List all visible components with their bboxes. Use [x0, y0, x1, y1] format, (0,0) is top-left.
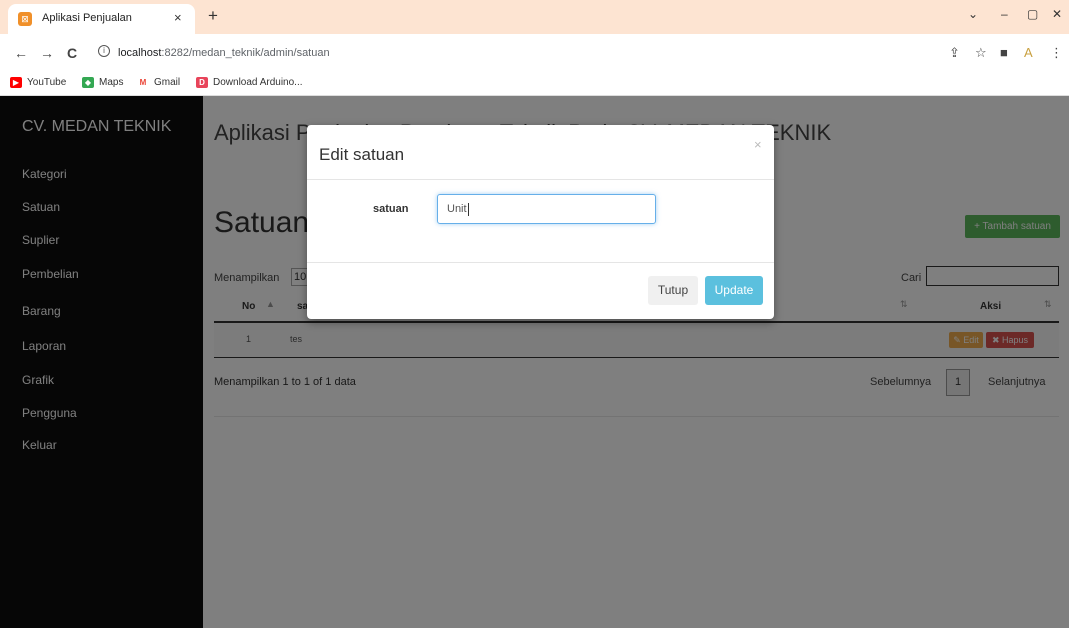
modal-title: Edit satuan [319, 145, 405, 164]
chevron-down-icon[interactable]: ⌄ [968, 7, 978, 21]
bookmark-gmail[interactable]: M Gmail [137, 77, 180, 88]
address-bar: ← → C i localhost:8282/medan_teknik/admi… [0, 34, 1069, 74]
star-icon[interactable]: ☆ [975, 45, 987, 61]
forward-icon[interactable]: → [40, 45, 54, 61]
update-button[interactable]: Update [705, 276, 763, 305]
modal-header: Edit satuan × [307, 125, 774, 180]
browser-tabbar: ⊠ Aplikasi Penjualan × + ⌄ – ▢ ✕ [0, 0, 1069, 34]
info-icon[interactable]: i [98, 45, 110, 57]
d-icon: D [196, 77, 208, 88]
url-field[interactable]: localhost:8282/medan_teknik/admin/satuan [118, 47, 330, 59]
satuan-label: satuan [373, 203, 409, 215]
share-icon[interactable]: ⇪ [949, 45, 960, 61]
menu-icon[interactable]: ⋮ [1050, 45, 1063, 61]
reload-icon[interactable]: C [67, 45, 77, 61]
text-caret [467, 202, 469, 216]
bookmark-label: Gmail [154, 77, 181, 88]
new-tab-icon[interactable]: + [208, 6, 218, 26]
bookmark-label: Maps [99, 77, 124, 88]
sidebar-icon[interactable]: ■ [1000, 45, 1008, 60]
bookmark-maps[interactable]: ◆ Maps [82, 77, 123, 88]
close-icon[interactable]: × [754, 137, 762, 152]
edit-satuan-modal: Edit satuan × satuan Unit Tutup Update [307, 125, 774, 319]
window-close-icon[interactable]: ✕ [1052, 7, 1062, 21]
app-favicon-icon: ⊠ [18, 12, 32, 26]
back-icon[interactable]: ← [14, 45, 28, 61]
youtube-icon: ▶ [10, 77, 22, 88]
close-button[interactable]: Tutup [648, 276, 698, 305]
modal-footer: Tutup Update [307, 262, 774, 319]
extension-icon[interactable]: A [1024, 45, 1033, 60]
satuan-input-value: Unit [447, 203, 467, 215]
bookmark-youtube[interactable]: ▶ YouTube [10, 77, 66, 88]
bookmark-label: Download Arduino... [213, 77, 303, 88]
maps-icon: ◆ [82, 77, 94, 88]
minimize-icon[interactable]: – [1001, 7, 1008, 21]
bookmarks-bar: ▶ YouTube ◆ Maps M Gmail D Download Ardu… [0, 74, 1069, 96]
bookmark-label: YouTube [27, 77, 67, 88]
restore-icon[interactable]: ▢ [1027, 7, 1038, 21]
tab-title: Aplikasi Penjualan [42, 12, 132, 24]
satuan-input[interactable]: Unit [437, 194, 656, 224]
url-host: localhost [118, 47, 162, 59]
url-path: :8282/medan_teknik/admin/satuan [161, 47, 330, 59]
tab-close-icon[interactable]: × [174, 10, 182, 25]
gmail-icon: M [137, 77, 149, 88]
bookmark-arduino[interactable]: D Download Arduino... [196, 77, 303, 88]
browser-tab[interactable]: ⊠ Aplikasi Penjualan × [8, 4, 195, 34]
